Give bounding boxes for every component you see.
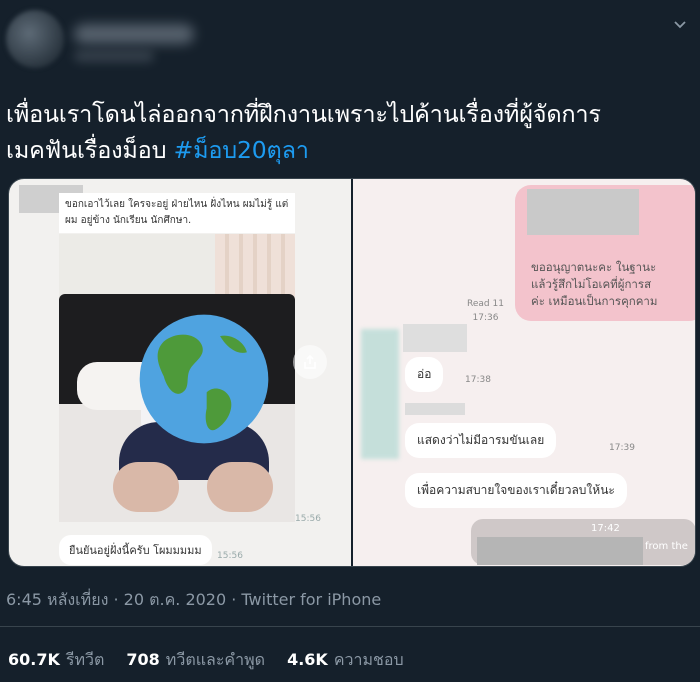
tweet-timestamp[interactable]: 6:45 หลังเที่ยง · 20 ต.ค. 2020 · Twitter… xyxy=(6,588,381,613)
person-leg-right xyxy=(207,462,273,512)
chat-photo xyxy=(59,234,295,522)
divider xyxy=(0,626,700,627)
message-time: 17:39 xyxy=(609,443,635,453)
tweet-text-plain: เมคฟันเรื่องม็อบ xyxy=(6,136,174,164)
message-time: 17:38 xyxy=(465,375,491,385)
sent-line: ค่ะ เหมือนเป็นการคุกคาม xyxy=(531,294,658,308)
blurred-avatar xyxy=(361,329,399,459)
blurred-name xyxy=(405,403,465,415)
tweet-header xyxy=(0,0,700,85)
message-time: 15:56 xyxy=(295,514,321,524)
avatar[interactable] xyxy=(6,10,64,68)
retweets-label: รีทวีต xyxy=(65,650,105,669)
tweet-text-line1: เพื่อนเราโดนไล่ออกจากที่ฝึกงานเพราะไปค้า… xyxy=(6,100,601,128)
read-receipt: Read 11 17:36 xyxy=(467,297,504,325)
blurred-content xyxy=(527,189,639,235)
blurred-content xyxy=(477,537,643,565)
likes-count: 4.6K xyxy=(287,650,328,669)
media-image-right[interactable]: ขออนุญาตนะคะ ในฐานะ แล้วรู้สึกไม่โอเคที่… xyxy=(353,179,695,566)
tweet-media[interactable]: ขอกเอาไว้เลย ใครจะอยู่ ฝ่ายไหน ฝั่งไหน ผ… xyxy=(8,178,696,567)
tweet-text: เพื่อนเราโดนไล่ออกจากที่ฝึกงานเพราะไปค้า… xyxy=(6,96,696,168)
message-time: 15:56 xyxy=(217,551,243,561)
message-time: 17:42 xyxy=(591,523,620,534)
tweet-stats: 60.7K รีทวีต 708 ทวีตและคำพูด 4.6K ความชอบ xyxy=(8,648,404,673)
share-button[interactable] xyxy=(293,345,327,379)
likes-stat[interactable]: 4.6K ความชอบ xyxy=(287,648,404,673)
read-label: Read 11 xyxy=(467,299,504,309)
retweets-count: 60.7K xyxy=(8,650,60,669)
share-icon xyxy=(304,354,316,369)
quotes-label: ทวีตและคำพูด xyxy=(165,650,266,669)
display-name-blurred[interactable] xyxy=(74,24,194,44)
globe-icon xyxy=(139,314,269,444)
received-bubble: แสดงว่าไม่มีอารมขันเลย xyxy=(405,423,557,458)
likes-label: ความชอบ xyxy=(333,650,404,669)
sent-line: ขออนุญาตนะคะ ในฐานะ xyxy=(531,260,657,274)
received-bubble: อ่อ xyxy=(405,357,444,392)
username-blurred xyxy=(74,50,154,62)
quotes-count: 708 xyxy=(126,650,160,669)
more-icon[interactable] xyxy=(670,14,690,34)
chat-caption: ขอกเอาไว้เลย ใครจะอยู่ ฝ่ายไหน ฝั่งไหน ผ… xyxy=(59,193,295,233)
chat-bubble: ยืนยันอยู่ฝั่งนี้ครับ โผมมมมม xyxy=(59,535,212,565)
person-leg-left xyxy=(113,462,179,512)
hashtag-link[interactable]: #ม็อบ20ตุลา xyxy=(174,136,309,164)
bubble-text-fragment: from the xyxy=(645,541,688,552)
sent-line: แล้วรู้สึกไม่โอเคที่ผู้การส xyxy=(531,277,652,291)
received-bubble: เพื่อความสบายใจของเราเดี๋ยวลบให้นะ xyxy=(405,473,627,508)
quotes-stat[interactable]: 708 ทวีตและคำพูด xyxy=(126,648,265,673)
media-image-left[interactable]: ขอกเอาไว้เลย ใครจะอยู่ ฝ่ายไหน ฝั่งไหน ผ… xyxy=(9,179,351,566)
tweet-text-line2: เมคฟันเรื่องม็อบ #ม็อบ20ตุลา xyxy=(6,132,696,168)
read-time: 17:36 xyxy=(472,313,499,323)
sent-bubble-text: ขออนุญาตนะคะ ในฐานะ แล้วรู้สึกไม่โอเคที่… xyxy=(531,259,695,310)
retweets-stat[interactable]: 60.7K รีทวีต xyxy=(8,648,104,673)
blurred-name xyxy=(403,324,467,352)
